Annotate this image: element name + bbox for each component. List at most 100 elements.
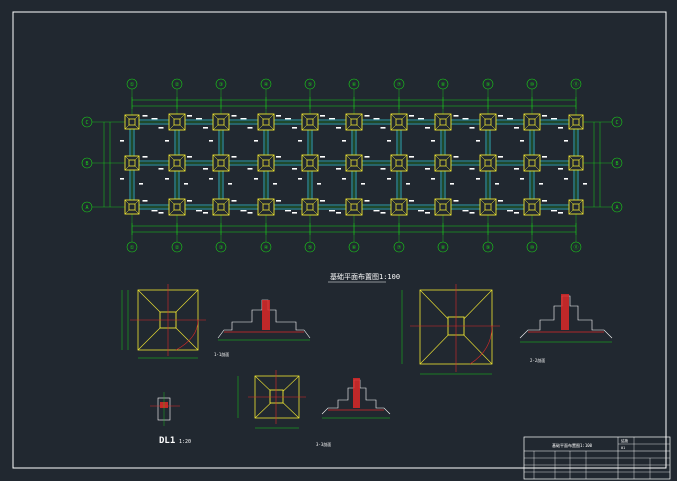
column-stub [439,159,447,167]
column-stub [350,203,358,211]
beam-tag [514,168,519,170]
beam-tag [361,183,365,185]
section-label-1: 1-1剖面 [214,351,229,357]
beam-tag [329,118,335,120]
axis-label-bottom: ② [175,245,180,251]
title-block-drawing-name: 基础平面布置图1:100 [552,442,593,448]
beam-tag [380,168,386,170]
beam-tag [342,140,346,142]
beam-tag [317,183,321,185]
beam-tag [187,200,192,202]
axis-label-top: ⑪ [573,81,578,88]
beam-tag [247,168,253,170]
beam-tag [184,183,188,185]
title-block-sheet-no: 01 [621,446,625,450]
beam-tag [196,118,202,120]
column-stub [484,203,492,211]
beam-tag [187,115,192,117]
beam-tag [151,210,158,212]
beam-tag [203,212,208,214]
column-stub [439,203,447,211]
beam-tag [539,183,543,185]
beam-tag [364,115,370,117]
beam-tag [196,210,202,212]
beam-tag [320,115,325,117]
column-stub [395,159,403,167]
beam-tag [450,183,454,185]
beam-tag [209,178,213,180]
beam-tag [476,140,480,142]
beam-tag [142,115,148,117]
column-stub [484,118,492,126]
column-stub [395,203,403,211]
drawing-border [12,11,667,469]
column-stub [572,159,580,167]
axis-label-right: C [615,120,618,126]
beam-tag [507,118,513,120]
beam-tag [364,156,370,158]
beam-tag [254,178,258,180]
beam-tag [551,210,557,212]
beam-tag [453,156,459,158]
column-stub [217,159,225,167]
column-stub [173,203,181,211]
beam-tag [292,127,297,129]
axis-label-bottom: ⑩ [530,245,535,251]
column-stub [128,159,136,167]
axis-label-bottom: ⑦ [397,245,402,251]
axis-label-top: ⑤ [308,82,313,88]
column-stub [128,203,136,211]
column-stub [528,118,536,126]
column-stub [128,118,136,126]
beam-tag [139,183,143,185]
beam-tag [231,156,237,158]
beam-tag [425,212,430,214]
column-stub [572,118,580,126]
beam-tag [498,200,503,202]
column-stub [217,203,225,211]
axis-label-bottom: ④ [264,245,269,251]
column-stub [217,118,225,126]
cad-drawing-canvas[interactable]: ① ① ② ② ③ ③ ④ ④ ⑤ ⑤ ⑥ ⑥ ⑦ ⑦ ⑧ ⑧ ⑨ ⑨ ⑩ ⑩ ⑪ ⑪ C C B B A A 基础平面布置图1:10… [0,0,677,481]
axis-label-top: ⑥ [352,82,357,88]
beam-tag [387,178,391,180]
beam-tag [498,115,503,117]
beam-tag [387,140,391,142]
axis-label-bottom: ⑧ [441,245,446,251]
column-stub [528,159,536,167]
beam-tag [520,140,524,142]
beam-tag [431,178,435,180]
beam-tag [542,200,547,202]
axis-label-left: B [85,161,88,167]
beam-tag [285,118,291,120]
beam-tag [462,118,469,120]
beam-tag [364,200,370,202]
footing-section-3: 3-3剖面 [316,378,391,447]
beam-tag [462,210,469,212]
beam-tag [292,212,297,214]
beam-tag [418,118,424,120]
column-stub [306,203,314,211]
axis-label-bottom: ⑤ [308,245,313,251]
beam-tag [498,156,503,158]
beam-tag [564,140,568,142]
beam-tag [380,212,386,214]
column-stub [350,118,358,126]
beam-tag [158,212,164,214]
axis-label-left: A [85,205,88,211]
axis-label-left: C [85,120,88,126]
column-stub [528,203,536,211]
beam-tag [247,127,253,129]
footing-detail-2 [401,284,500,375]
beam-tag [342,178,346,180]
axis-label-bottom: ⑥ [352,245,357,251]
beam-tag [469,127,475,129]
beam-tag [425,168,430,170]
beam-tag [564,178,568,180]
column-stub [262,118,270,126]
beam-tag [418,210,424,212]
axis-label-top: ① [130,82,135,88]
footing-section-1: 1-1剖面 [214,299,311,357]
axis-label-top: ⑩ [530,82,535,88]
beam-tag [409,115,414,117]
